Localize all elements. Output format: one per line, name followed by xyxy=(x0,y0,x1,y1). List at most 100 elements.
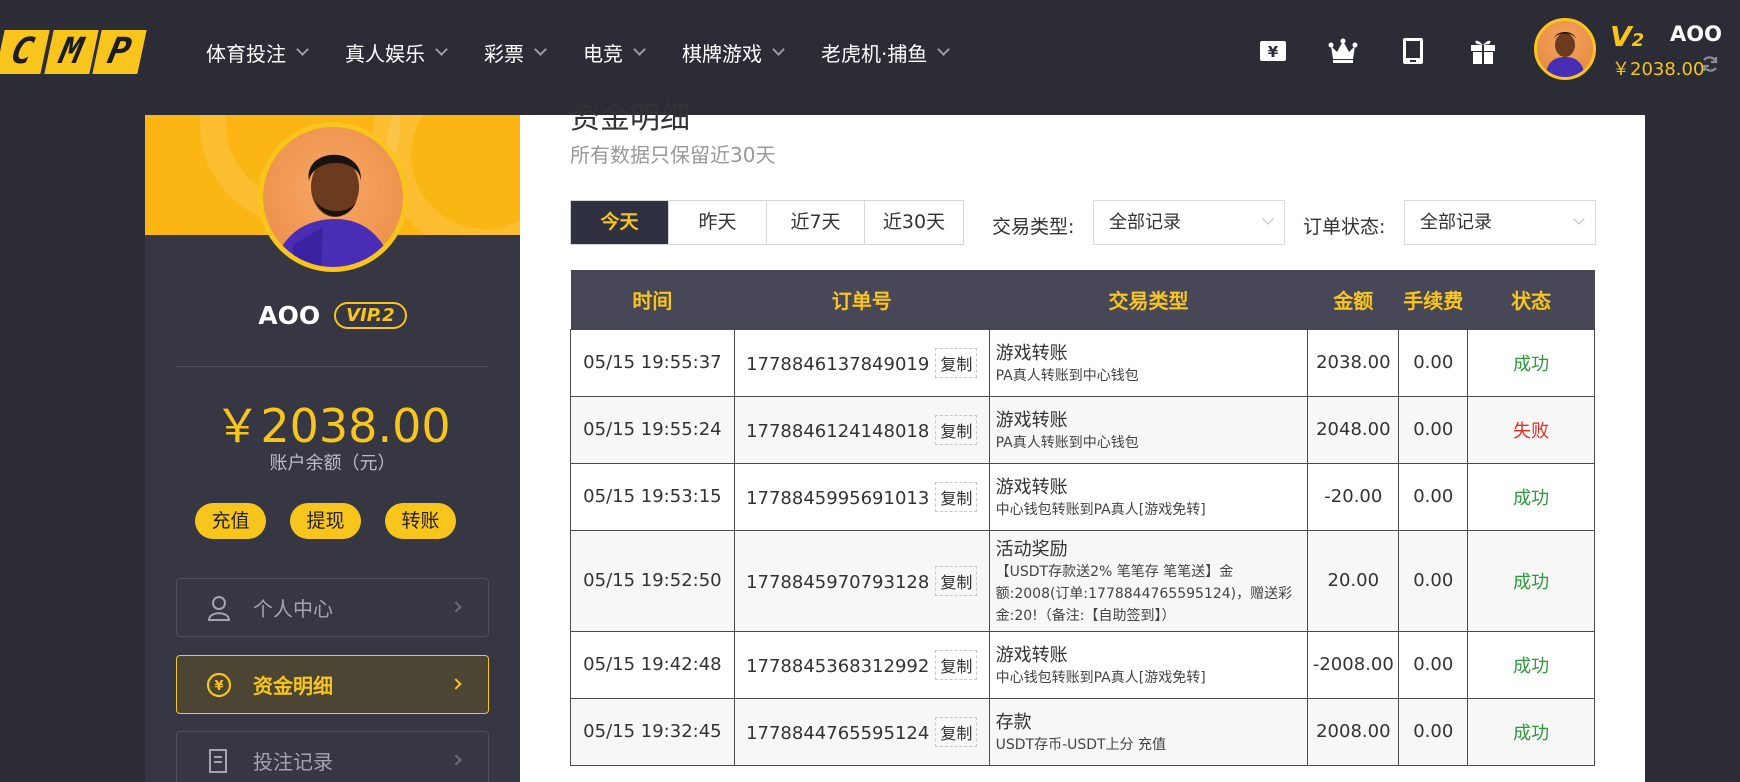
chevron-right-icon xyxy=(450,601,462,613)
sidebar-item-personal-center[interactable]: 个人中心 xyxy=(176,578,489,637)
currency-icon[interactable]: ¥ xyxy=(1256,34,1290,68)
date-tabs: 今天 昨天 近7天 近30天 xyxy=(570,200,964,245)
cell-order: 1778844765595124 复制 xyxy=(733,697,990,766)
transaction-type: 游戏转账 xyxy=(995,644,1068,666)
main-panel: 资金明细 所有数据只保留近30天 今天 昨天 近7天 近30天 交易类型: 全部… xyxy=(520,101,1645,782)
column-header: 订单号 xyxy=(734,270,990,329)
document-icon xyxy=(205,747,233,775)
nav-esports[interactable]: 电竞 xyxy=(583,38,646,67)
order-status-label: 订单状态: xyxy=(1303,216,1386,238)
gift-icon[interactable] xyxy=(1466,34,1500,68)
withdraw-button[interactable]: 提现 xyxy=(290,503,361,539)
table-row: 05/15 19:55:37 1778846137849019 复制 游戏转账 PA真人… xyxy=(570,328,1595,397)
cell-amount: 20.00 xyxy=(1307,529,1400,632)
nav-lottery[interactable]: 彩票 xyxy=(484,38,547,67)
tab-last-7-days[interactable]: 近7天 xyxy=(767,201,865,244)
transaction-type: 游戏转账 xyxy=(995,342,1068,364)
chevron-down-icon xyxy=(772,43,785,56)
nav-slots-fishing[interactable]: 老虎机·捕鱼 xyxy=(821,38,951,67)
page-subtitle: 所有数据只保留近30天 xyxy=(570,143,776,167)
chevron-down-icon xyxy=(534,43,547,56)
nav-live-casino[interactable]: 真人娱乐 xyxy=(345,38,448,67)
status-badge: 成功 xyxy=(1467,630,1595,699)
copy-button[interactable]: 复制 xyxy=(935,716,978,747)
balance: ￥2038.00 xyxy=(1612,59,1705,80)
cell-time: 05/15 19:53:15 xyxy=(570,462,735,531)
chevron-right-icon xyxy=(450,754,462,766)
order-status-select[interactable]: 全部记录 xyxy=(1404,200,1596,245)
cell-type: 存款 USDT存币-USDT上分 充值 xyxy=(988,697,1309,766)
tab-last-30-days[interactable]: 近30天 xyxy=(865,201,963,244)
nav-sports[interactable]: 体育投注 xyxy=(206,38,309,67)
status-badge: 成功 xyxy=(1467,529,1595,632)
cell-amount: -2008.00 xyxy=(1307,630,1400,699)
table-row: 05/15 19:32:45 1778844765595124 复制 存款 USDT存币… xyxy=(570,697,1595,766)
svg-text:¥: ¥ xyxy=(214,679,223,694)
status-badge: 成功 xyxy=(1467,462,1595,531)
vip-level: 2 xyxy=(1631,30,1645,51)
transaction-desc: 中心钱包转账到PA真人[游戏免转] xyxy=(995,501,1206,518)
transaction-type-label: 交易类型: xyxy=(992,216,1075,238)
column-header: 金额 xyxy=(1307,270,1399,329)
tab-yesterday[interactable]: 昨天 xyxy=(669,201,767,244)
order-number: 1778845368312992 xyxy=(746,655,930,677)
column-header: 交易类型 xyxy=(989,270,1308,329)
sidebar-item-fund-details[interactable]: ¥ 资金明细 xyxy=(176,655,489,714)
cell-order: 1778845970793128 复制 xyxy=(733,529,990,632)
chevron-down-icon xyxy=(1262,213,1274,225)
cell-time: 05/15 19:55:24 xyxy=(570,395,735,464)
chevron-down-icon xyxy=(1573,213,1585,225)
chevron-down-icon xyxy=(633,43,646,56)
avatar[interactable] xyxy=(258,122,408,272)
nav-label: 老虎机·捕鱼 xyxy=(821,41,928,66)
cell-fee: 0.00 xyxy=(1398,697,1469,766)
sidebar-item-bet-records[interactable]: 投注记录 xyxy=(176,731,489,782)
copy-button[interactable]: 复制 xyxy=(935,481,978,512)
select-value: 全部记录 xyxy=(1109,212,1181,233)
chevron-down-icon xyxy=(435,43,448,56)
transaction-type-select[interactable]: 全部记录 xyxy=(1093,200,1285,245)
sidebar-item-label: 个人中心 xyxy=(253,597,333,621)
column-header: 手续费 xyxy=(1398,270,1468,329)
cell-amount: 2048.00 xyxy=(1307,395,1400,464)
transaction-desc: 【USDT存款送2% 笔笔存 笔笔送】金额:2008(订单:1778844765… xyxy=(995,563,1293,624)
chevron-down-icon xyxy=(937,43,951,56)
transaction-type: 游戏转账 xyxy=(995,476,1068,498)
username: AOO xyxy=(1670,22,1722,46)
transaction-desc: PA真人转账到中心钱包 xyxy=(995,367,1139,384)
nav-label: 电竞 xyxy=(583,41,623,66)
tablet-icon[interactable] xyxy=(1396,34,1430,68)
table-row: 05/15 19:53:15 1778845995691013 复制 游戏转账 中心钱包… xyxy=(570,462,1595,531)
transfer-button[interactable]: 转账 xyxy=(385,503,456,539)
nav-label: 体育投注 xyxy=(206,41,286,66)
vip-badge-letter: V xyxy=(1610,20,1632,53)
table-row: 05/15 19:42:48 1778845368312992 复制 游戏转账 中心钱包… xyxy=(570,630,1595,699)
copy-button[interactable]: 复制 xyxy=(935,347,978,378)
logo[interactable]: C M P xyxy=(0,30,147,74)
cell-type: 游戏转账 PA真人转账到中心钱包 xyxy=(988,328,1309,397)
cell-order: 1778845368312992 复制 xyxy=(733,630,990,699)
cell-time: 05/15 19:42:48 xyxy=(570,630,735,699)
cell-amount: 2038.00 xyxy=(1307,328,1400,397)
crown-icon[interactable] xyxy=(1326,34,1360,68)
page-title: 资金明细 xyxy=(570,101,690,136)
copy-button[interactable]: 复制 xyxy=(935,414,978,445)
copy-button[interactable]: 复制 xyxy=(935,565,978,596)
avatar[interactable] xyxy=(1534,18,1596,80)
logo-letter: M xyxy=(43,30,99,74)
sidebar: AOO VIP.2 ￥2038.00 账户余额（元） 充值 提现 转账 个人中心… xyxy=(145,115,520,782)
nav-card-games[interactable]: 棋牌游戏 xyxy=(682,38,785,67)
status-badge: 失败 xyxy=(1467,395,1595,464)
logo-letter: C xyxy=(0,30,50,74)
copy-button[interactable]: 复制 xyxy=(935,649,978,680)
tab-today[interactable]: 今天 xyxy=(571,201,669,244)
cell-fee: 0.00 xyxy=(1398,395,1469,464)
main-nav: 体育投注 真人娱乐 彩票 电竞 棋牌游戏 老虎机·捕鱼 xyxy=(206,30,986,74)
deposit-button[interactable]: 充值 xyxy=(195,503,266,539)
refresh-icon[interactable] xyxy=(1700,54,1720,78)
profile-name-row: AOO VIP.2 xyxy=(145,301,520,330)
cell-time: 05/15 19:52:50 xyxy=(570,529,735,632)
cell-fee: 0.00 xyxy=(1398,462,1469,531)
order-number: 1778846124148018 xyxy=(746,420,930,442)
transaction-desc: PA真人转账到中心钱包 xyxy=(995,434,1139,451)
